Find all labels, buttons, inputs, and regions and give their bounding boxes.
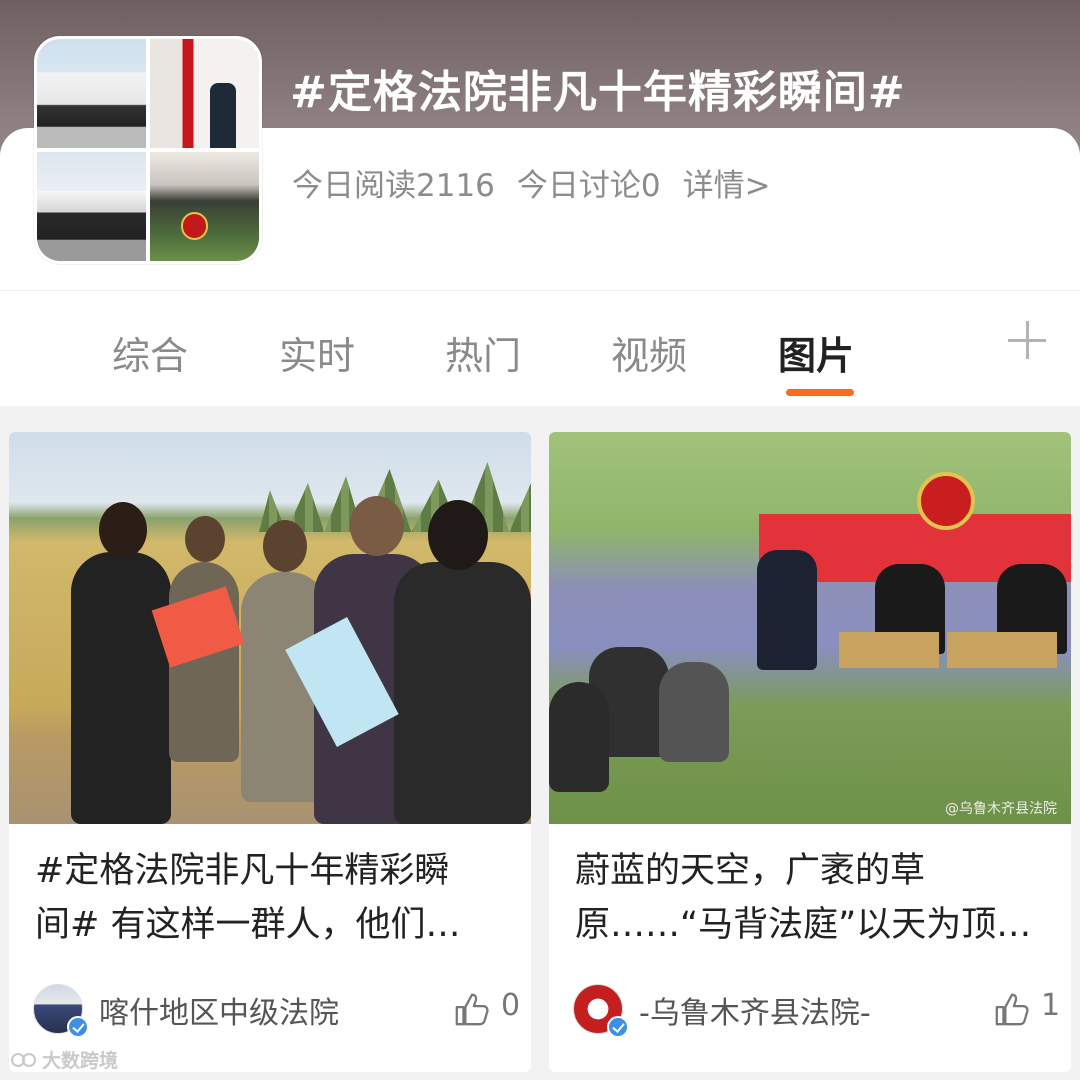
post-card[interactable]: @乌鲁木齐县法院 蔚蓝的天空，广袤的草 原……“马背法庭”以天为顶… -乌鲁木齐…	[549, 432, 1071, 1072]
tab-comprehensive[interactable]: 综合	[112, 325, 188, 380]
topic-stats: 今日阅读2116 今日讨论0 详情>	[292, 160, 771, 205]
discuss-count: 今日讨论0	[516, 168, 661, 204]
post-text-line: 蔚蓝的天空，广袤的草	[575, 851, 926, 891]
like-count: 1	[1041, 988, 1061, 1023]
verified-badge-icon	[607, 1016, 629, 1038]
post-text-line: #定格法院非凡十年精彩瞬	[35, 851, 450, 891]
tab-realtime[interactable]: 实时	[279, 325, 355, 380]
tab-bar: 综合 实时 热门 视频 图片	[0, 290, 1080, 406]
topic-cover-collage[interactable]	[34, 36, 262, 264]
detail-link[interactable]: 详情>	[683, 160, 771, 205]
image-person	[659, 662, 729, 762]
post-card[interactable]: #定格法院非凡十年精彩瞬 间# 有这样一群人，他们… 喀什地区中级法院 0	[9, 432, 531, 1072]
post-image[interactable]	[9, 432, 531, 824]
court-emblem-icon	[917, 472, 975, 530]
tab-hot[interactable]: 热门	[445, 325, 521, 380]
thumbs-up-icon[interactable]	[453, 990, 491, 1028]
post-footer: -乌鲁木齐县法院- 1	[573, 982, 1060, 1038]
image-desk	[839, 632, 939, 668]
tab-images[interactable]: 图片	[778, 325, 854, 380]
watermark-logo-icon	[11, 1052, 36, 1067]
author-name[interactable]: 喀什地区中级法院	[99, 988, 339, 1032]
topic-title: #定格法院非凡十年精彩瞬间#	[290, 67, 906, 118]
author-name[interactable]: -乌鲁木齐县法院-	[639, 988, 871, 1032]
image-person	[549, 682, 609, 792]
cover-photo	[150, 39, 259, 148]
image-person	[394, 500, 531, 824]
image-person	[757, 550, 817, 670]
verified-badge-icon	[67, 1016, 89, 1038]
add-tab-plus-icon[interactable]	[1008, 321, 1048, 361]
thumbs-up-icon[interactable]	[993, 990, 1031, 1028]
image-person	[71, 502, 171, 824]
post-text[interactable]: 蔚蓝的天空，广袤的草 原……“马背法庭”以天为顶…	[575, 844, 1055, 952]
post-text-line: 原……“马背法庭”以天为顶…	[575, 905, 1032, 945]
image-desk	[947, 632, 1057, 668]
post-image[interactable]: @乌鲁木齐县法院	[549, 432, 1071, 824]
active-tab-indicator	[786, 389, 854, 396]
watermark-text: 大数跨境	[42, 1050, 119, 1072]
like-count: 0	[501, 988, 521, 1023]
tab-video[interactable]: 视频	[611, 325, 687, 380]
cover-photo	[37, 152, 146, 261]
cover-photo	[150, 152, 259, 261]
cover-photo	[37, 39, 146, 148]
image-watermark: @乌鲁木齐县法院	[945, 801, 1057, 817]
post-text[interactable]: #定格法院非凡十年精彩瞬 间# 有这样一群人，他们…	[35, 844, 515, 952]
post-footer: 喀什地区中级法院 0	[33, 982, 520, 1038]
read-count: 今日阅读2116	[292, 168, 495, 204]
page-watermark: 大数跨境	[10, 1046, 118, 1073]
post-text-line: 间# 有这样一群人，他们…	[35, 905, 461, 945]
